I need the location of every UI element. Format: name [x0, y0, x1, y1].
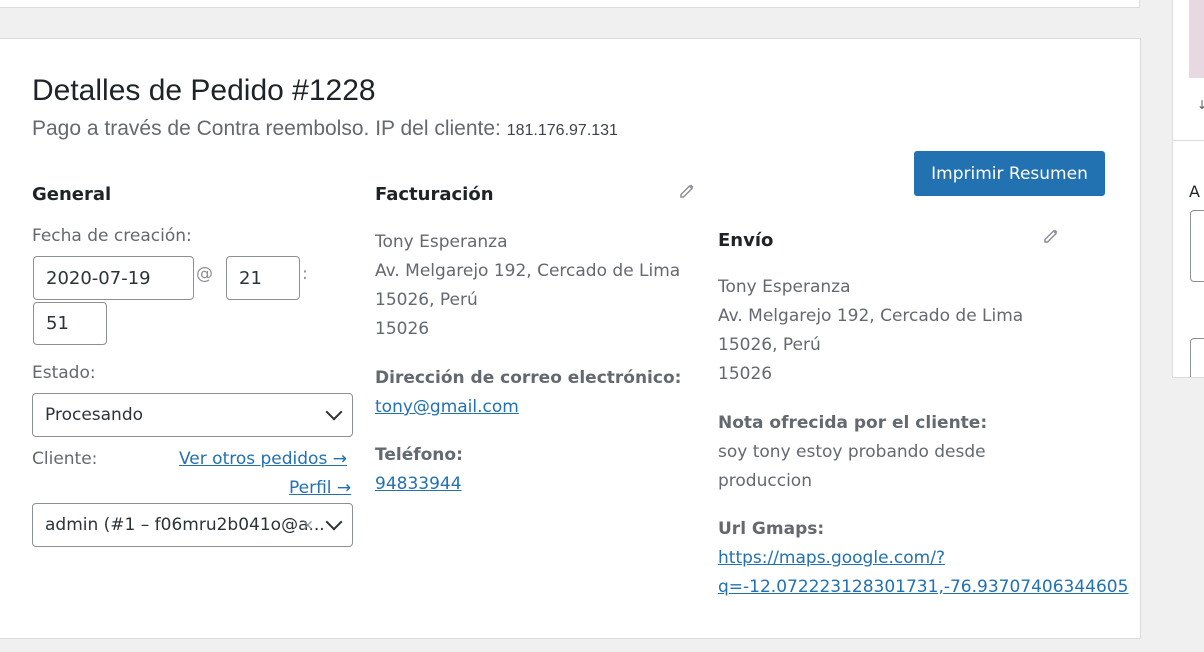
- billing-address-line: Av. Melgarejo 192, Cercado de Lima: [375, 261, 681, 281]
- customer-profile-link[interactable]: Perfil →: [289, 478, 351, 498]
- status-label: Estado:: [32, 363, 96, 383]
- customer-value: admin (#1 – f06mru2b041o@a...: [45, 515, 325, 535]
- billing-address-line: Tony Esperanza: [375, 232, 508, 252]
- billing-heading: Facturación: [375, 184, 494, 205]
- hour-input[interactable]: 21: [226, 256, 300, 300]
- billing-address-line: 15026: [375, 319, 430, 339]
- customer-label: Cliente:: [32, 449, 98, 469]
- clear-icon[interactable]: ×: [301, 516, 314, 534]
- sidebar-input[interactable]: [1190, 338, 1204, 377]
- gmaps-label: Url Gmaps:: [718, 519, 825, 539]
- phone-link[interactable]: 94833944: [375, 474, 462, 494]
- email-link[interactable]: tony@gmail.com: [375, 397, 519, 417]
- phone-label: Teléfono:: [375, 445, 463, 465]
- general-heading: General: [32, 184, 112, 205]
- at-separator: @: [196, 264, 213, 284]
- previous-panel: [0, 0, 1140, 8]
- customer-note-line: soy tony estoy probando desde: [718, 442, 986, 462]
- date-input[interactable]: 2020-07-19: [33, 256, 194, 300]
- sidebar-divider: [1173, 140, 1204, 141]
- edit-billing-pencil-icon[interactable]: [677, 180, 697, 200]
- gmaps-link[interactable]: q=-12.072223128301731,-76.93707406344605: [718, 577, 1128, 597]
- shipping-address-line: Av. Melgarejo 192, Cercado de Lima: [718, 306, 1024, 326]
- date-created-label: Fecha de creación:: [32, 226, 192, 246]
- status-select[interactable]: Procesando: [32, 393, 353, 437]
- sidebar-arrow-icon: ↓: [1197, 98, 1204, 112]
- chevron-down-icon: [325, 403, 343, 421]
- sidebar-textarea[interactable]: [1190, 210, 1204, 282]
- payment-info: Pago a través de Contra reembolso. IP de…: [32, 117, 618, 141]
- edit-shipping-pencil-icon[interactable]: [1041, 225, 1061, 245]
- sidebar-thumbnail: [1189, 0, 1204, 78]
- sidebar-panel: ↓ A: [1172, 0, 1204, 378]
- sidebar-label: A: [1189, 182, 1200, 201]
- customer-note-line: produccion: [718, 471, 812, 491]
- customer-ip: 181.176.97.131: [506, 122, 618, 139]
- print-summary-button[interactable]: Imprimir Resumen: [914, 151, 1105, 196]
- shipping-heading: Envío: [718, 230, 774, 251]
- status-value: Procesando: [45, 405, 144, 425]
- customer-select[interactable]: admin (#1 – f06mru2b041o@a... ×: [32, 503, 353, 547]
- shipping-address-line: Tony Esperanza: [718, 277, 851, 297]
- page-title: Detalles de Pedido #1228: [32, 74, 376, 107]
- shipping-address-line: 15026, Perú: [718, 335, 821, 355]
- colon-separator: :: [302, 264, 308, 284]
- gmaps-link[interactable]: https://maps.google.com/?: [718, 548, 945, 568]
- chevron-down-icon: [325, 513, 343, 531]
- email-label: Dirección de correo electrónico:: [375, 368, 682, 388]
- shipping-address-line: 15026: [718, 364, 773, 384]
- customer-note-label: Nota ofrecida por el cliente:: [718, 413, 988, 433]
- billing-address-line: 15026, Perú: [375, 290, 478, 310]
- payment-text: Pago a través de Contra reembolso. IP de…: [32, 117, 501, 140]
- minute-input[interactable]: 51: [33, 302, 107, 345]
- view-other-orders-link[interactable]: Ver otros pedidos →: [179, 449, 347, 469]
